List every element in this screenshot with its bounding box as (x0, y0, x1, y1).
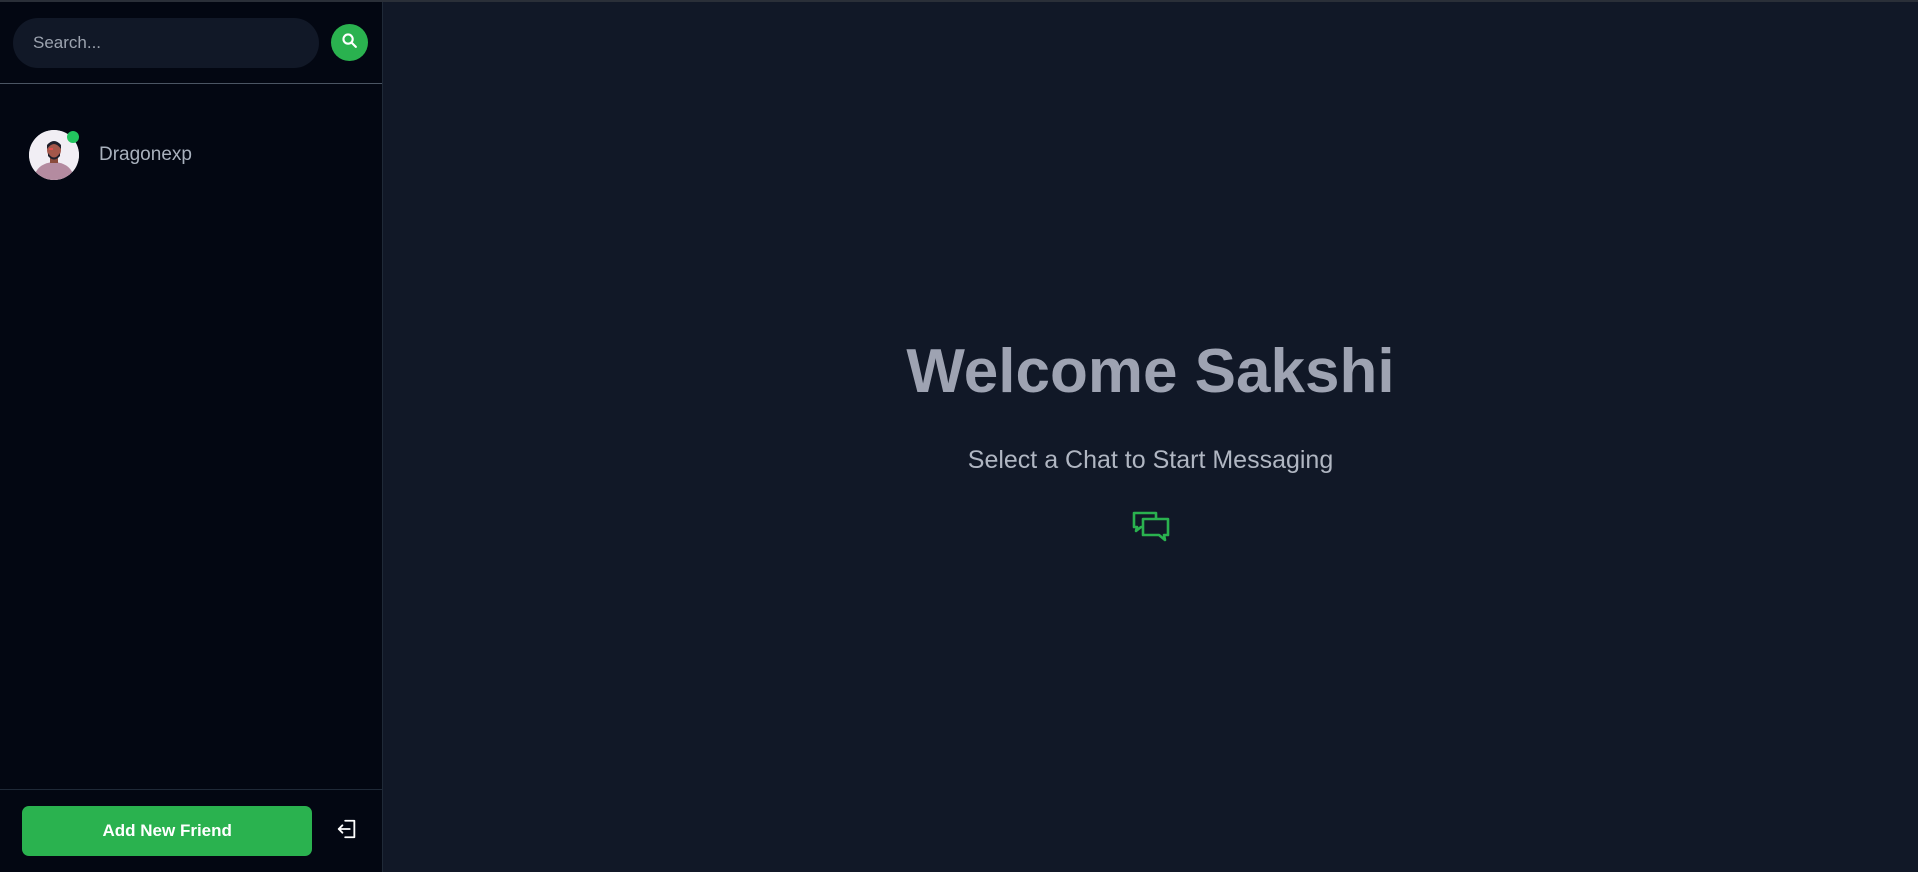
online-status-indicator (67, 131, 79, 143)
conversation-list: Dragonexp (0, 84, 382, 789)
welcome-subtitle: Select a Chat to Start Messaging (967, 446, 1334, 474)
search-button[interactable] (331, 24, 368, 61)
welcome-section: Welcome Sakshi Select a Chat to Start Me… (383, 332, 1918, 549)
chat-app: Dragonexp Add New Friend Welcome Sakshi … (0, 0, 1918, 872)
chat-bubbles-icon (1131, 510, 1171, 549)
search-input[interactable] (13, 17, 319, 68)
sidebar-footer: Add New Friend (0, 789, 382, 872)
main-panel: Welcome Sakshi Select a Chat to Start Me… (383, 2, 1918, 872)
conversation-name: Dragonexp (99, 144, 192, 165)
search-bar (0, 2, 382, 84)
sidebar: Dragonexp Add New Friend (0, 2, 383, 872)
conversation-item[interactable]: Dragonexp (0, 129, 382, 181)
logout-button[interactable] (334, 818, 360, 844)
add-new-friend-button[interactable]: Add New Friend (22, 806, 313, 856)
welcome-title: Welcome Sakshi (906, 337, 1395, 406)
search-icon (341, 32, 358, 54)
avatar (29, 130, 79, 180)
logout-icon (336, 818, 358, 845)
